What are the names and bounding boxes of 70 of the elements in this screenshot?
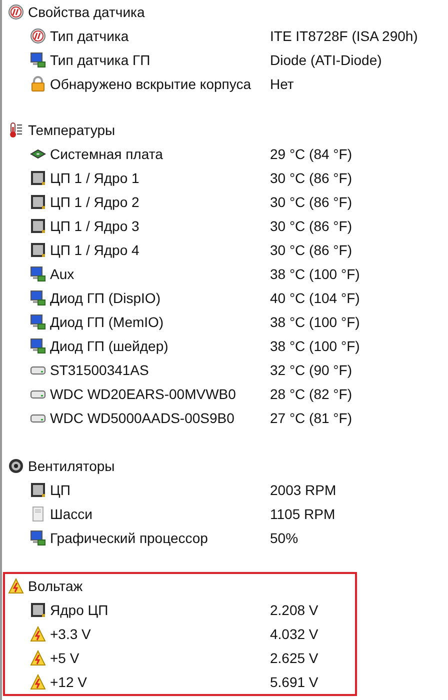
sensor-value: 5.691 V [270,674,318,690]
monitor-icon [30,530,46,546]
sensor-label: +3.3 V [50,626,92,642]
sensor-label: Диод ГП (DispIO) [50,290,162,306]
sensor-label: Графический процессор [50,530,209,546]
group-title: Температуры [28,122,116,138]
sensor-value: 30 °C (86 °F) [270,170,352,186]
gauge-icon [30,28,46,44]
sensor-label: ЦП 1 / Ядро 4 [50,242,140,258]
warning-voltage-icon [30,674,46,690]
fan-icon [8,458,24,474]
monitor-icon [30,290,46,306]
sensor-label: WDC WD5000AADS-00S9B0 [50,410,236,426]
sensor-label: Тип датчика ГП [50,52,152,68]
sensor-value: 28 °C (82 °F) [270,386,352,402]
thermometer-icon [8,122,24,138]
warning-voltage-icon [30,626,46,642]
group-title: Вольтаж [28,578,84,594]
sensor-value: ITE IT8728F (ISA 290h) [270,28,418,44]
sensor-label: WDC WD20EARS-00MVWB0 [50,386,237,402]
sensor-label: Системная плата [50,146,164,162]
sensor-value: 2.208 V [270,602,318,618]
chip-icon [30,218,46,234]
gauge-icon [8,4,24,20]
sensor-value: 40 °C (104 °F) [270,290,360,306]
padlock-icon [30,76,46,92]
monitor-icon [30,52,46,68]
computer-case-icon [30,506,46,522]
sensor-value: 50% [270,530,298,546]
sensor-label: Обнаружено вскрытие корпуса [50,76,252,92]
sensor-value: 30 °C (86 °F) [270,194,352,210]
sensor-value: 27 °C (81 °F) [270,410,352,426]
sensor-label: Шасси [50,506,94,522]
sensor-label: Тип датчика [50,28,130,44]
warning-voltage-icon [30,650,46,666]
monitor-icon [30,266,46,282]
group-title: Вентиляторы [28,458,116,474]
sensor-value: 2003 RPM [270,482,336,498]
sensor-label: Диод ГП (MemIO) [50,314,165,330]
group-title: Свойства датчика [28,4,146,20]
chip-icon [30,242,46,258]
sensor-label: ЦП 1 / Ядро 2 [50,194,140,210]
chip-icon [30,170,46,186]
sensor-label: Диод ГП (шейдер) [50,338,170,354]
sensor-value: 29 °C (84 °F) [270,146,352,162]
sensor-value: 30 °C (86 °F) [270,242,352,258]
sensor-value: 2.625 V [270,650,318,666]
sensor-label: +5 V [50,650,80,666]
sensor-value: 4.032 V [270,626,318,642]
chip-icon [30,194,46,210]
monitor-icon [30,338,46,354]
sensor-label: ЦП [50,482,72,498]
sensor-label: ЦП 1 / Ядро 3 [50,218,140,234]
sensor-value: 38 °C (100 °F) [270,338,360,354]
sensor-value: 1105 RPM [270,506,336,522]
sensor-value: 32 °C (90 °F) [270,362,352,378]
sensor-value: Diode (ATI-Diode) [270,52,382,68]
sensor-value: Нет [270,76,294,92]
chip-icon [30,602,46,618]
sensor-label: Aux [50,266,76,282]
monitor-icon [30,314,46,330]
chip-icon [30,482,46,498]
sensor-value: 30 °C (86 °F) [270,218,352,234]
sensor-value: 38 °C (100 °F) [270,314,360,330]
warning-voltage-icon [8,578,24,594]
sensor-label: ST31500341AS [50,362,150,378]
sensor-label: ЦП 1 / Ядро 1 [50,170,140,186]
sensor-value: 38 °C (100 °F) [270,266,360,282]
sensor-label: +12 V [50,674,88,690]
sensor-label: Ядро ЦП [50,602,110,618]
